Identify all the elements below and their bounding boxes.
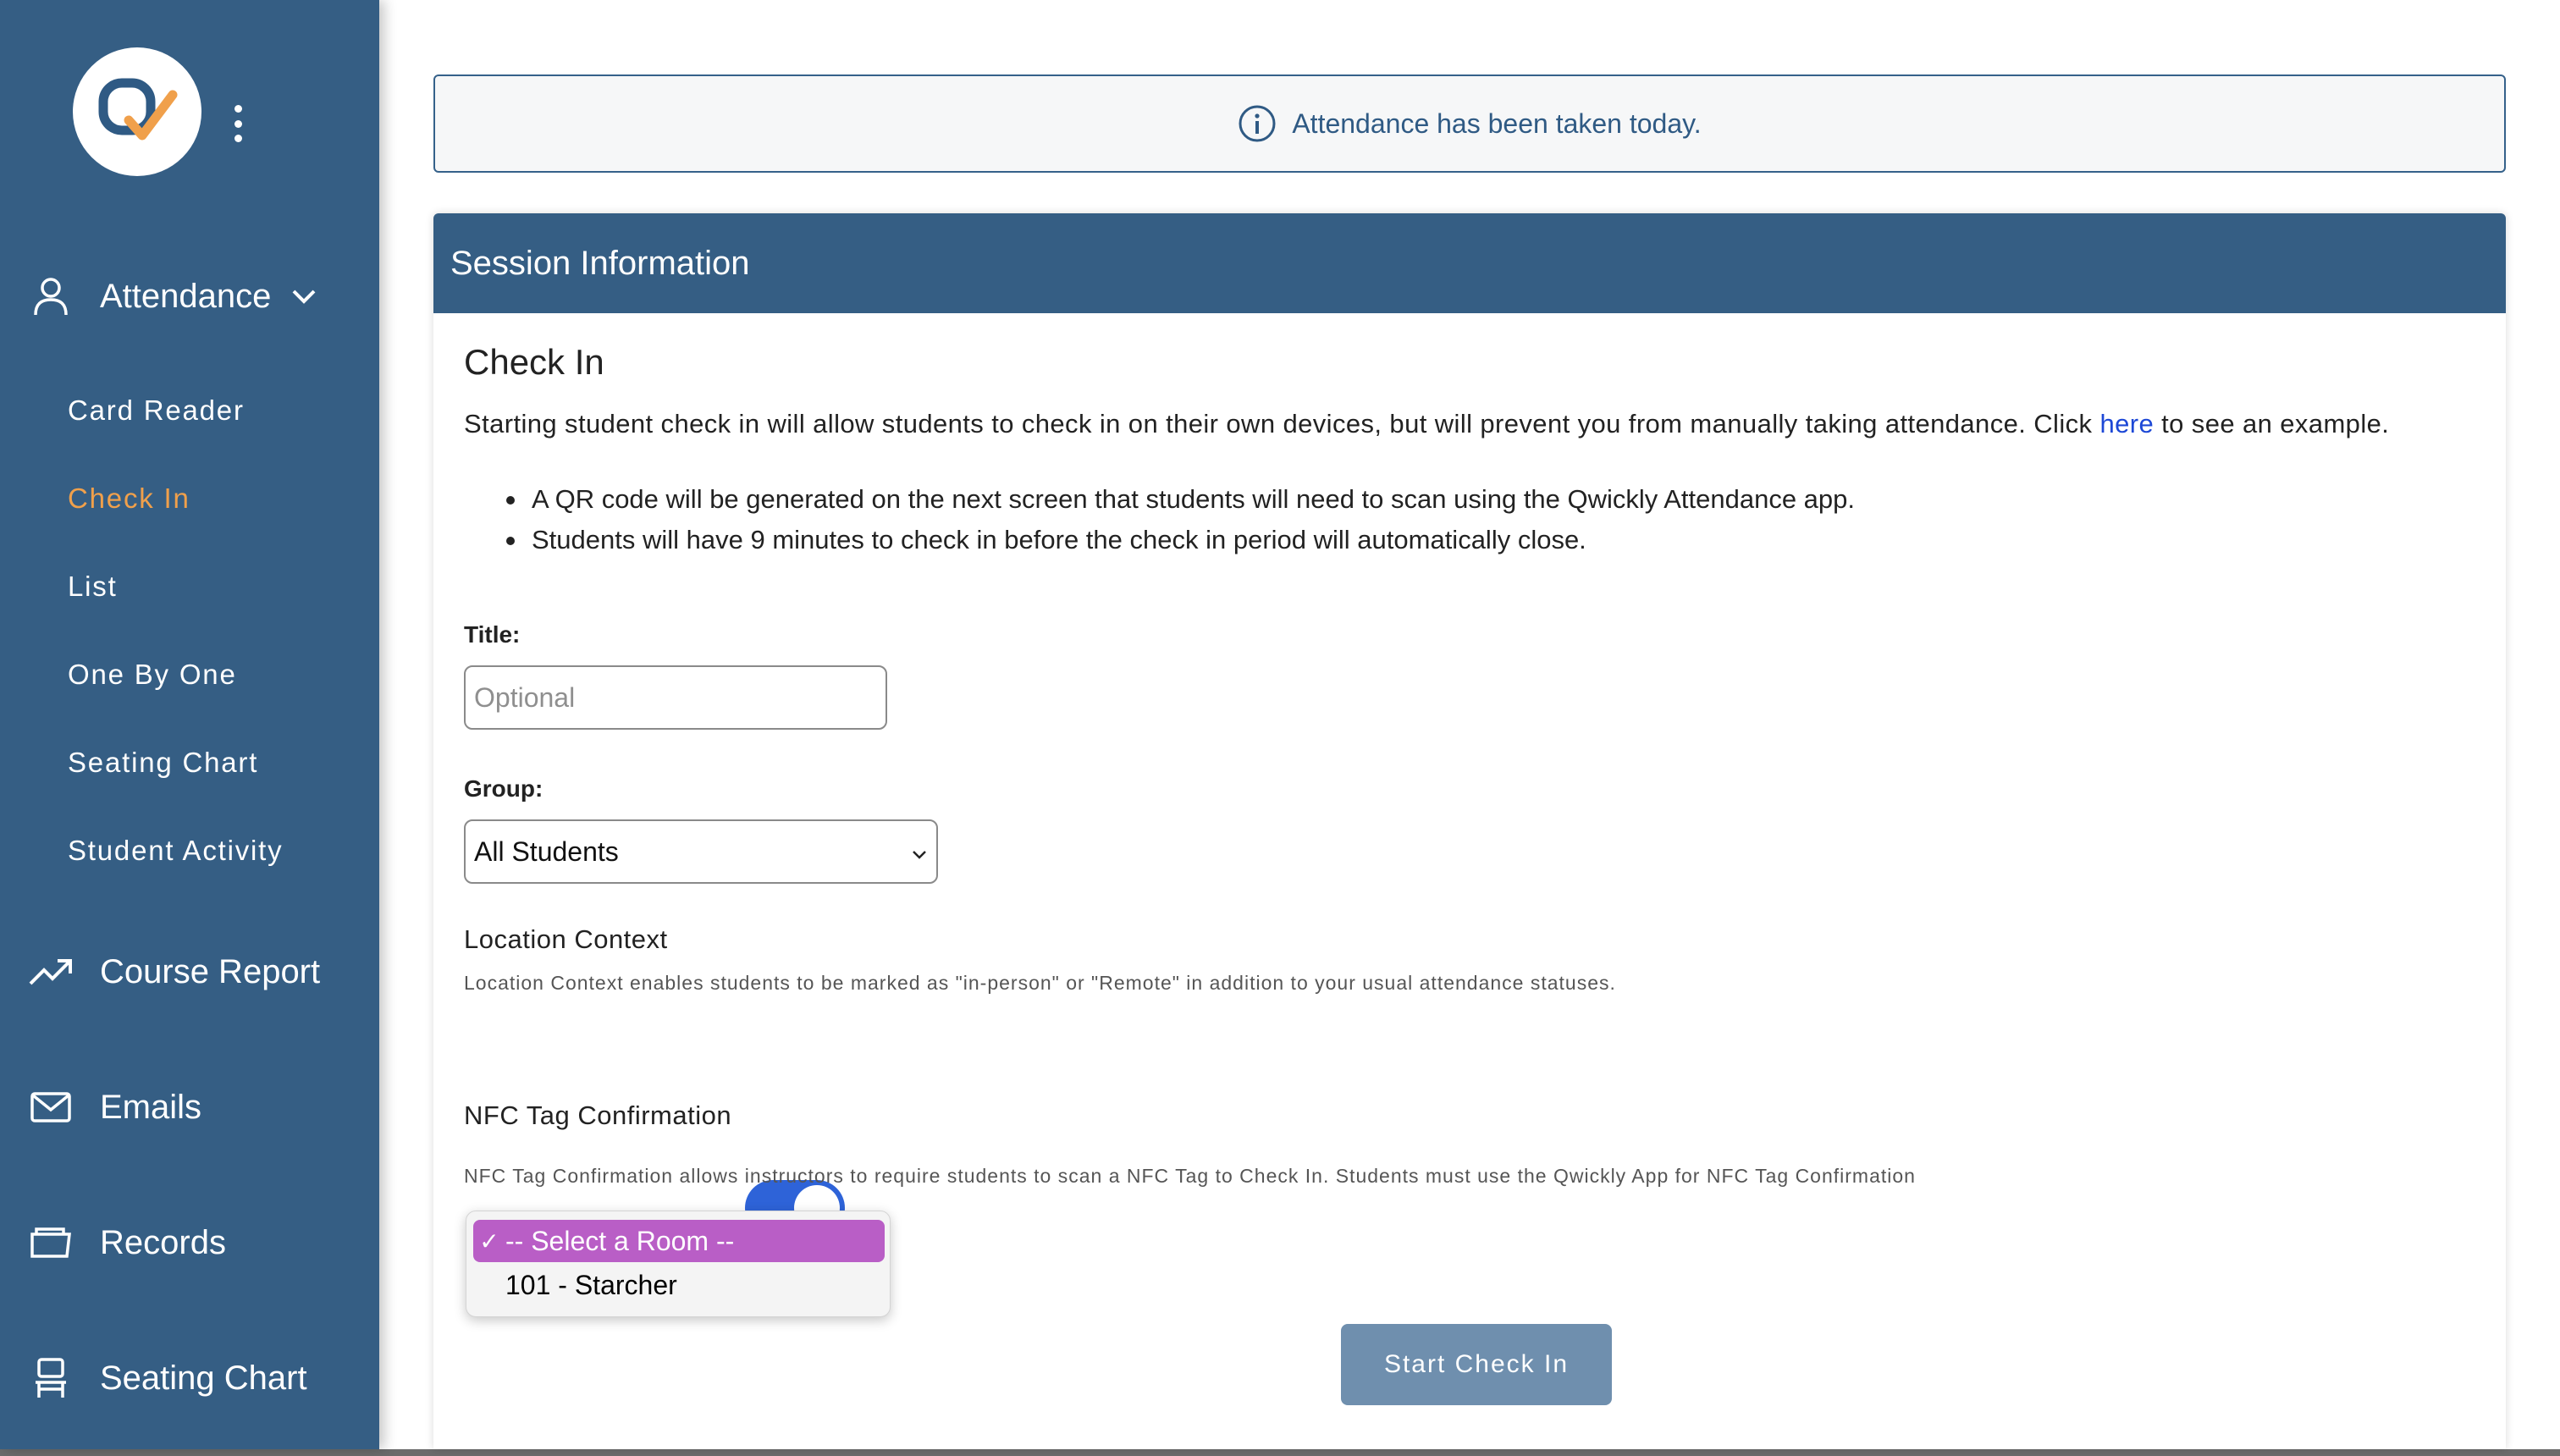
qwickly-logo[interactable] [73, 47, 201, 176]
chair-icon [27, 1354, 74, 1402]
title-input[interactable] [464, 665, 887, 730]
more-options-icon[interactable] [227, 105, 249, 142]
group-select[interactable]: All Students [464, 819, 938, 884]
nav-seating-chart-label: Seating Chart [100, 1359, 307, 1397]
check-in-description: Starting student check in will allow stu… [464, 409, 2389, 439]
sidebar-item-check-in[interactable]: Check In [68, 483, 190, 515]
info-icon [1238, 104, 1277, 143]
app-window: Attendance Card Reader Check In List One… [0, 0, 2560, 1449]
nav-records[interactable]: Records [27, 1216, 226, 1270]
sidebar-item-card-reader[interactable]: Card Reader [68, 394, 245, 427]
room-option-label: 101 - Starcher [505, 1269, 677, 1300]
title-label: Title: [464, 621, 521, 648]
group-select-value: All Students [474, 836, 619, 867]
room-option-select-a-room[interactable]: ✓ -- Select a Room -- [473, 1220, 885, 1262]
nav-attendance-label: Attendance [100, 277, 272, 315]
sidebar-item-one-by-one[interactable]: One By One [68, 659, 237, 691]
check-in-heading: Check In [464, 342, 604, 382]
nav-seating-chart[interactable]: Seating Chart [27, 1351, 307, 1405]
list-item: Students will have 9 minutes to check in… [464, 520, 1855, 560]
example-link[interactable]: here [2099, 409, 2154, 438]
check-in-info-list: A QR code will be generated on the next … [464, 479, 1855, 560]
nav-emails-label: Emails [100, 1088, 202, 1126]
description-text: Starting student check in will allow stu… [464, 409, 2100, 438]
mail-icon [27, 1084, 74, 1131]
start-check-in-button[interactable]: Start Check In [1341, 1324, 1612, 1405]
location-context-title: Location Context [464, 924, 668, 954]
trending-up-icon [27, 948, 74, 995]
nfc-tag-confirmation-label: NFC Tag Confirmation [464, 1100, 732, 1130]
nav-emails[interactable]: Emails [27, 1080, 201, 1134]
alert-text: Attendance has been taken today. [1292, 108, 1702, 139]
nav-course-report[interactable]: Course Report [27, 945, 320, 999]
attendance-taken-alert: Attendance has been taken today. [433, 74, 2506, 173]
group-label: Group: [464, 775, 543, 802]
folder-icon [27, 1219, 74, 1266]
checkmark-icon: ✓ [479, 1227, 499, 1255]
room-select-dropdown: ✓ -- Select a Room -- 101 - Starcher [466, 1211, 891, 1317]
description-text-end: to see an example. [2154, 409, 2390, 438]
location-context-description: Location Context enables students to be … [464, 972, 1616, 994]
card-header: Session Information [433, 213, 2506, 313]
nav-records-label: Records [100, 1223, 226, 1261]
room-option-101-starcher[interactable]: 101 - Starcher [473, 1264, 885, 1306]
nav-course-report-label: Course Report [100, 952, 321, 990]
chevron-down-icon [291, 288, 317, 305]
sidebar-item-list[interactable]: List [68, 571, 118, 603]
nfc-tag-description: NFC Tag Confirmation allows instructors … [464, 1165, 1916, 1187]
room-option-label: -- Select a Room -- [505, 1225, 735, 1256]
nav-attendance[interactable]: Attendance [27, 269, 317, 323]
user-icon [27, 273, 74, 320]
sidebar: Attendance Card Reader Check In List One… [0, 0, 379, 1449]
sidebar-item-seating-chart[interactable]: Seating Chart [68, 747, 258, 779]
sidebar-item-student-activity[interactable]: Student Activity [68, 835, 283, 867]
session-information-card: Session Information Check In Starting st… [433, 213, 2506, 1449]
list-item: A QR code will be generated on the next … [464, 479, 1855, 520]
chevron-down-icon [911, 836, 928, 868]
